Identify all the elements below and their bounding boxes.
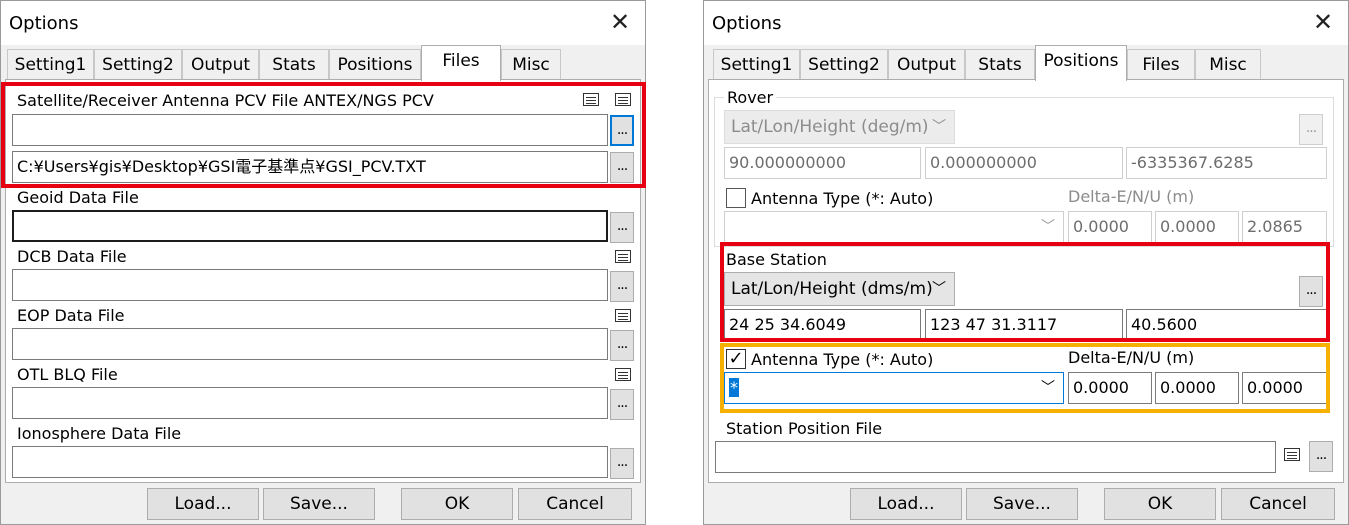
dialog-title: Options [712, 13, 782, 34]
highlight-box-red [720, 242, 1330, 342]
ok-button[interactable]: OK [1104, 488, 1216, 520]
title-bar: Options ✕ [704, 1, 1348, 45]
load-button[interactable]: Load... [147, 488, 259, 520]
rover-group-label: Rover [724, 88, 777, 107]
eop-label: EOP Data File [17, 306, 125, 325]
tab-output[interactable]: Output [888, 49, 965, 80]
tab-misc[interactable]: Misc [501, 49, 561, 80]
chevron-down-icon: ﹀ [932, 119, 946, 135]
tab-files[interactable]: Files [1127, 49, 1195, 80]
browse-button[interactable]: ... [610, 448, 634, 479]
geoid-label: Geoid Data File [17, 188, 139, 207]
eop-field[interactable] [12, 328, 608, 360]
rover-delta-n-field: 0.0000 [1155, 211, 1239, 243]
rover-antenna-label: Antenna Type (*: Auto) [751, 189, 934, 208]
ionosphere-field[interactable] [12, 446, 608, 478]
rover-lon-field: 0.000000000 [925, 147, 1123, 179]
tab-stats[interactable]: Stats [259, 49, 329, 80]
dialog-title: Options [9, 13, 79, 34]
save-button[interactable]: Save... [263, 488, 375, 520]
options-dialog-positions: Options ✕ Setting1 Setting2 Output Stats… [703, 0, 1349, 525]
file-view-icon[interactable] [1284, 448, 1300, 461]
file-view-icon[interactable] [615, 309, 631, 322]
cancel-button[interactable]: Cancel [1221, 488, 1335, 520]
ionosphere-label: Ionosphere Data File [17, 424, 182, 443]
otl-field[interactable] [12, 387, 608, 419]
otl-label: OTL BLQ File [17, 365, 118, 384]
highlight-box-yellow [720, 343, 1330, 413]
file-view-icon[interactable] [615, 250, 631, 263]
tab-bar: Setting1 Setting2 Output Stats Positions… [1, 45, 645, 81]
browse-button[interactable]: ... [610, 212, 634, 243]
geoid-field[interactable] [12, 210, 608, 242]
dcb-field[interactable] [12, 269, 608, 301]
ok-button[interactable]: OK [401, 488, 513, 520]
options-dialog-files: Options ✕ Setting1 Setting2 Output Stats… [0, 0, 646, 525]
browse-button[interactable]: ... [1309, 441, 1333, 472]
tab-stats[interactable]: Stats [965, 49, 1035, 80]
tab-setting2[interactable]: Setting2 [94, 49, 182, 80]
tab-files[interactable]: Files [421, 45, 501, 81]
rover-delta-label: Delta-E/N/U (m) [1068, 187, 1195, 206]
browse-button[interactable]: ... [610, 271, 634, 302]
dcb-label: DCB Data File [17, 247, 127, 266]
browse-button[interactable]: ... [610, 389, 634, 420]
rover-antenna-select: ﹀ [724, 211, 1064, 243]
station-position-file-label: Station Position File [726, 419, 883, 438]
tab-misc[interactable]: Misc [1195, 49, 1261, 80]
rover-delta-e-field: 0.0000 [1068, 211, 1152, 243]
cancel-button[interactable]: Cancel [518, 488, 632, 520]
tab-setting1[interactable]: Setting1 [713, 49, 800, 80]
highlight-box-red [1, 82, 646, 188]
tab-bar: Setting1 Setting2 Output Stats Positions… [704, 45, 1348, 81]
title-bar: Options ✕ [1, 1, 645, 45]
station-position-file-field[interactable] [715, 441, 1276, 473]
load-button[interactable]: Load... [850, 488, 962, 520]
tab-setting1[interactable]: Setting1 [7, 49, 94, 80]
browse-button[interactable]: ... [610, 330, 634, 361]
rover-height-field: -6335367.6285 [1126, 147, 1327, 179]
save-button[interactable]: Save... [966, 488, 1078, 520]
file-view-icon[interactable] [615, 368, 631, 381]
rover-format-value: Lat/Lon/Height (deg/m) [731, 117, 929, 137]
rover-antenna-checkbox[interactable] [726, 188, 746, 208]
tab-positions[interactable]: Positions [329, 49, 421, 80]
tab-setting2[interactable]: Setting2 [800, 49, 888, 80]
close-icon[interactable]: ✕ [603, 5, 637, 39]
rover-lat-field: 90.000000000 [724, 147, 921, 179]
browse-button: ... [1299, 114, 1323, 145]
chevron-down-icon: ﹀ [1041, 219, 1055, 235]
rover-format-select: Lat/Lon/Height (deg/m) ﹀ [724, 110, 955, 144]
tab-output[interactable]: Output [182, 49, 259, 80]
tab-positions[interactable]: Positions [1035, 45, 1127, 81]
rover-delta-u-field: 2.0865 [1242, 211, 1327, 243]
close-icon[interactable]: ✕ [1306, 5, 1340, 39]
